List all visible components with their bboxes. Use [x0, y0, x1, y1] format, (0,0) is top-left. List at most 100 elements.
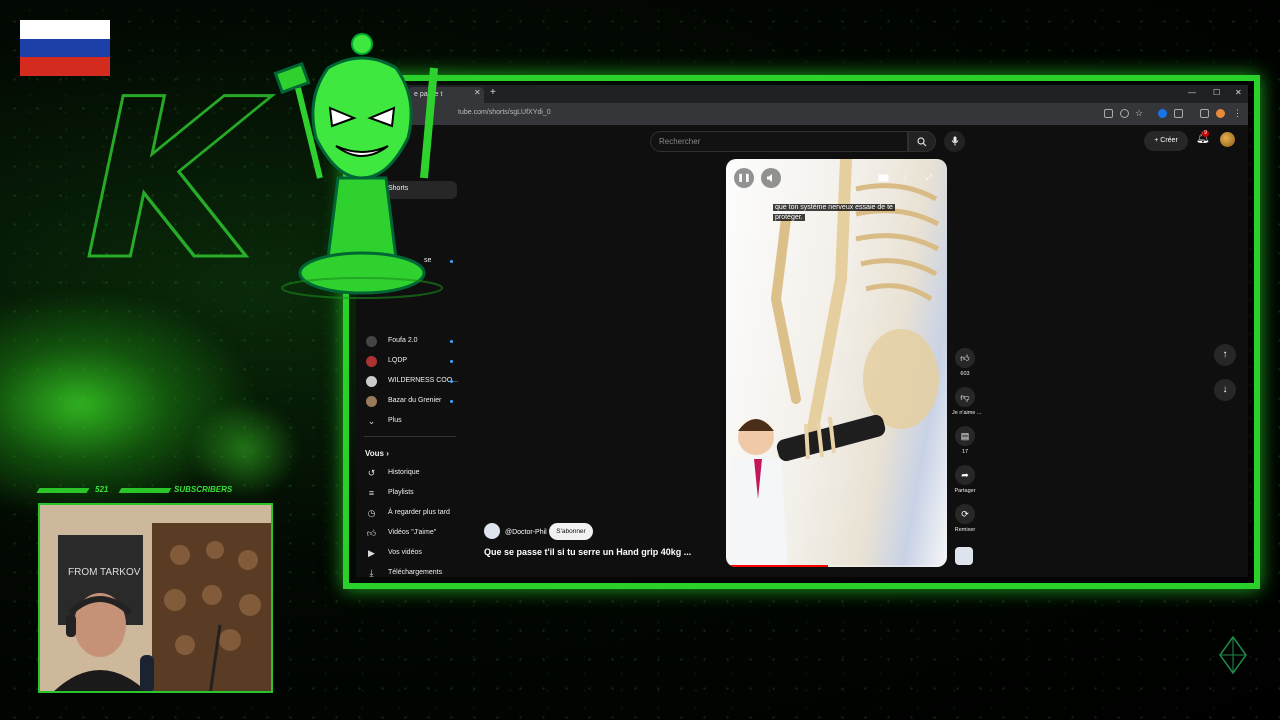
new-content-dot [450, 400, 453, 403]
sidebar-item-history[interactable]: ↺ Historique [364, 465, 464, 483]
browser-window: e passe t ✕ + — ☐ ✕ tube.com/shorts/sgLU… [356, 85, 1248, 577]
remix-label: Remixer [954, 527, 976, 533]
url-field[interactable]: tube.com/shorts/sgLUfXYdi_0 [458, 109, 551, 116]
sidebar-item-label: LQDP [388, 357, 408, 364]
thumbs-up-icon: 👍︎ [955, 348, 975, 368]
divider [364, 436, 456, 437]
channel-avatar[interactable] [484, 523, 500, 539]
comment-icon: ▤ [955, 426, 975, 446]
create-button[interactable]: + Créer [1144, 131, 1188, 151]
subscribe-button[interactable]: S'abonner [549, 523, 593, 540]
cc-icon [878, 174, 888, 182]
section-you[interactable]: Vous › [365, 449, 389, 458]
progress-fill [726, 565, 828, 567]
sidebar-item-watch-later[interactable]: ◷ À regarder plus tard [364, 505, 464, 523]
remix-button[interactable]: ⟳ Remixer [952, 504, 978, 533]
share-label: Partager [954, 488, 976, 494]
progress-bar[interactable] [726, 565, 947, 567]
sidebar-item-label: Plus [388, 417, 402, 424]
chess-mascot-logo [273, 33, 443, 299]
fullscreen-icon[interactable]: ⤢ [919, 168, 939, 188]
search-input[interactable]: Rechercher [650, 131, 908, 152]
comment-count: 17 [961, 449, 969, 455]
sidebar-item-more[interactable]: ⌄ Plus [364, 413, 464, 431]
sidebar-item-label: WILDERNESS COO... [388, 377, 459, 384]
sidebar-item-label: Vos vidéos [388, 549, 422, 556]
tab-close-icon[interactable]: ✕ [474, 88, 481, 97]
russian-flag [20, 20, 110, 76]
video-title[interactable]: Que se passe t'il si tu serre un Hand gr… [484, 547, 691, 557]
sidebar-item-channel[interactable]: Foufa 2.0 [364, 333, 464, 351]
address-bar: tube.com/shorts/sgLUfXYdi_0 ☆ ⋮ [356, 103, 1248, 125]
extension-icon[interactable] [1158, 109, 1167, 118]
new-content-dot [450, 360, 453, 363]
menu-dots-icon[interactable]: ⋮ [1233, 109, 1242, 118]
video-subtitle: que ton système nerveux essaie de te pro… [773, 204, 895, 221]
comments-button[interactable]: ▤ 17 [952, 426, 978, 455]
subscriber-label: SUBSCRIBERS [174, 485, 233, 494]
audio-thumbnail[interactable] [955, 547, 973, 565]
subscriber-count: 521 [95, 485, 109, 494]
thumbs-down-icon: 👎︎ [955, 387, 975, 407]
search-icon [917, 137, 927, 147]
sidebar-item-channel[interactable]: WILDERNESS COO... [364, 373, 464, 391]
like-button[interactable]: 👍︎ 603 [952, 348, 978, 377]
bar-segment [118, 488, 172, 493]
sidepanel-icon[interactable] [1200, 109, 1209, 118]
mic-button[interactable] [944, 131, 965, 152]
search-button[interactable] [908, 131, 936, 152]
sidebar-item-channel[interactable]: Bazar du Grenier [364, 393, 464, 411]
sidebar-item-label: Foufa 2.0 [388, 337, 418, 344]
next-short-button[interactable]: ↓ [1214, 379, 1236, 401]
short-video-player[interactable]: ❚❚ ⋮ ⤢ que ton système nerveux essaie de… [726, 159, 947, 567]
youtube-page: Rechercher + Créer 🔔︎ 9 Shorts se Foufa … [356, 125, 1248, 577]
dislike-label: Je n'aime ... [952, 410, 982, 416]
volume-icon [767, 174, 772, 182]
more-options-icon[interactable]: ⋮ [895, 168, 915, 188]
bar-segment [36, 488, 90, 493]
download-icon: ⤓ [369, 568, 374, 577]
new-tab-icon[interactable]: + [490, 87, 496, 98]
maximize-icon[interactable]: ☐ [1213, 88, 1220, 97]
sidebar-item-playlists[interactable]: ≡ Playlists [364, 485, 464, 503]
sidebar-item-channel[interactable]: LQDP [364, 353, 464, 371]
sidebar-item-label: Vidéos "J'aime" [388, 529, 437, 536]
channel-avatar [366, 376, 377, 387]
account-avatar[interactable] [1220, 132, 1235, 147]
playlist-icon: ≡ [368, 488, 375, 498]
sidebar-item-liked[interactable]: 👍︎ Vidéos "J'aime" [364, 525, 464, 543]
bookmark-star-icon[interactable]: ☆ [1135, 109, 1144, 118]
cast-icon[interactable] [1104, 109, 1113, 118]
share-button[interactable]: ➦ Partager [952, 465, 978, 494]
remix-icon: ⟳ [955, 504, 975, 524]
chevron-down-icon: ⌄ [367, 416, 376, 426]
volume-button[interactable] [761, 168, 781, 188]
channel-name[interactable]: @Doctor-Phil [505, 529, 547, 536]
puzzle-icon[interactable] [1174, 109, 1183, 118]
profile-icon[interactable] [1216, 109, 1225, 118]
channel-avatar [366, 396, 377, 407]
pause-button[interactable]: ❚❚ [734, 168, 754, 188]
sidebar-item-your-videos[interactable]: ▶ Vos vidéos [364, 545, 464, 563]
minimize-icon[interactable]: — [1188, 88, 1196, 97]
new-content-dot [450, 380, 453, 383]
captions-button[interactable] [873, 168, 893, 188]
sidebar-item-downloads[interactable]: ⤓ Téléchargements [364, 565, 464, 577]
sidebar-item-label: Bazar du Grenier [388, 397, 442, 404]
clock-icon: ◷ [367, 508, 376, 518]
new-content-dot [450, 340, 453, 343]
webcam-feed: FROM TARKOV [38, 503, 273, 693]
eye-icon[interactable] [1120, 109, 1129, 118]
close-window-icon[interactable]: ✕ [1235, 88, 1242, 97]
subscriber-bar: 521 SUBSCRIBERS [36, 485, 272, 497]
poster-text: FROM TARKOV [68, 567, 141, 578]
webcam-scene: FROM TARKOV [40, 505, 271, 691]
previous-short-button[interactable]: ↑ [1214, 344, 1236, 366]
channel-avatar [366, 356, 377, 367]
notification-badge: 9 [1202, 130, 1209, 137]
history-icon: ↺ [367, 468, 376, 478]
sidebar-item-label: Playlists [388, 489, 414, 496]
tab-bar: e passe t ✕ + — ☐ ✕ [356, 85, 1248, 103]
dislike-button[interactable]: 👎︎ Je n'aime ... [952, 387, 982, 416]
video-icon: ▶ [368, 548, 375, 558]
